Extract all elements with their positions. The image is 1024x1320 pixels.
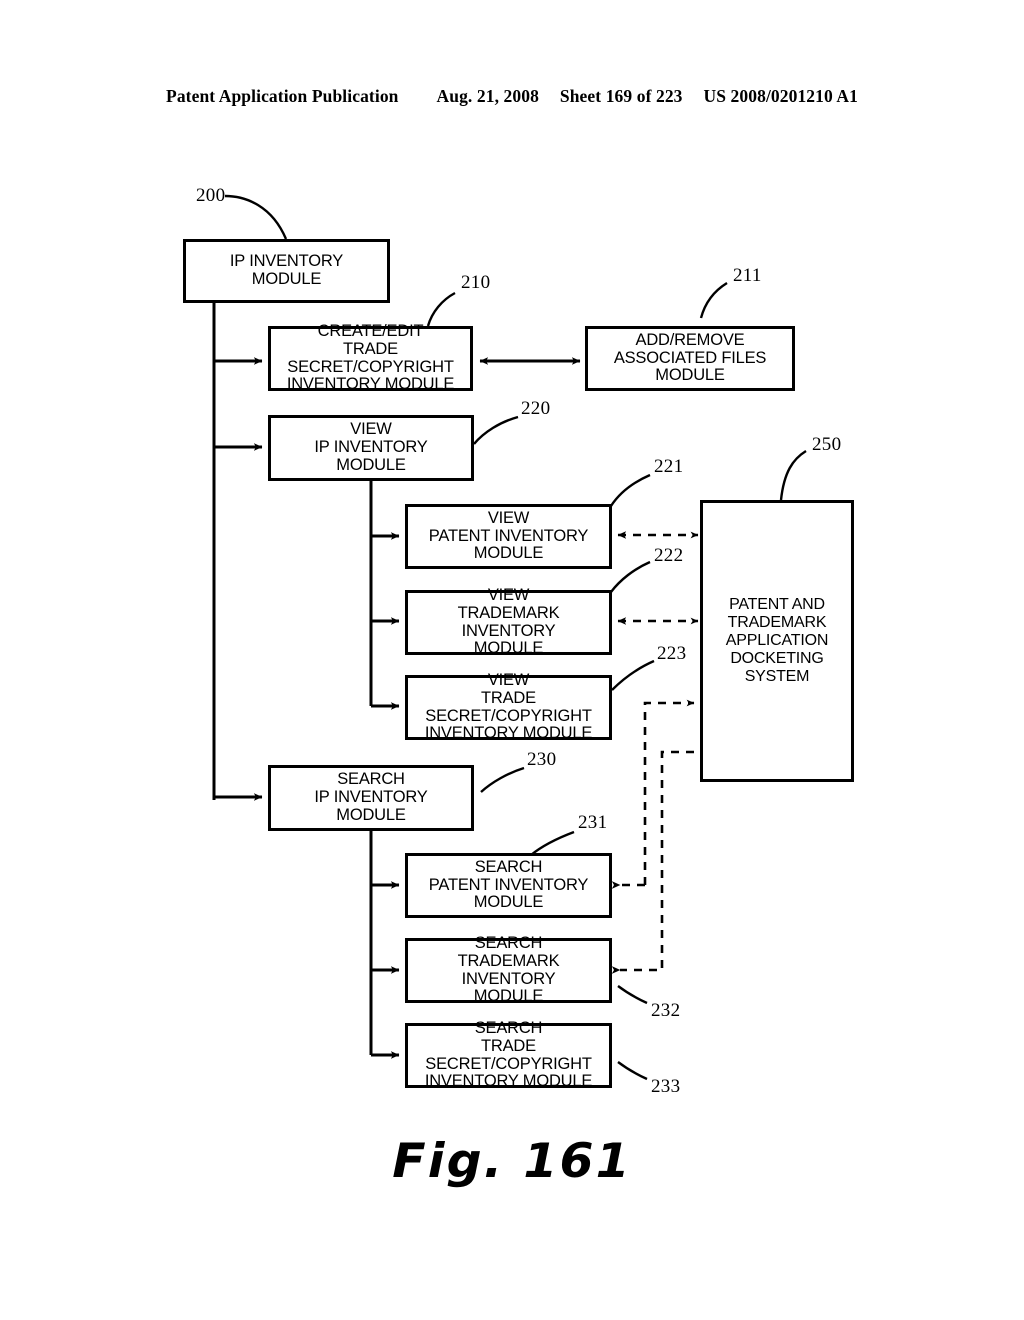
- node-view-trade-secret-copyright-inventory-module[interactable]: VIEW TRADE SECRET/COPYRIGHT INVENTORY MO…: [405, 671, 612, 742]
- node-view-trademark-inventory-module[interactable]: VIEW TRADEMARK INVENTORY MODULE: [405, 586, 612, 657]
- figure-caption: Fig. 161: [392, 1134, 632, 1189]
- node-search-patent-inventory-module[interactable]: SEARCH PATENT INVENTORY MODULE: [405, 853, 612, 918]
- ref-numeral-220: 220: [521, 398, 551, 419]
- node-patent-and-trademark-application-docketing-system[interactable]: PATENT AND TRADEMARK APPLICATION DOCKETI…: [700, 500, 854, 782]
- connector-wires: [212, 194, 807, 1081]
- ref-numeral-231: 231: [578, 812, 608, 833]
- node-view-patent-inventory-module[interactable]: VIEW PATENT INVENTORY MODULE: [405, 504, 612, 569]
- ref-numeral-200: 200: [196, 185, 226, 206]
- node-search-ip-inventory-module[interactable]: SEARCH IP INVENTORY MODULE: [268, 765, 474, 831]
- ref-numeral-233: 233: [651, 1076, 681, 1097]
- ref-numeral-211: 211: [733, 265, 762, 286]
- patent-figure-diagram: IP INVENTORY MODULE CREATE/EDIT TRADE SE…: [0, 0, 1024, 1320]
- node-ip-inventory-module[interactable]: IP INVENTORY MODULE: [183, 239, 390, 303]
- node-search-trademark-inventory-module[interactable]: SEARCH TRADEMARK INVENTORY MODULE: [405, 934, 612, 1005]
- ref-numeral-232: 232: [651, 1000, 681, 1021]
- node-create-edit-trade-secret-copyright-inventory-module[interactable]: CREATE/EDIT TRADE SECRET/COPYRIGHT INVEN…: [268, 322, 473, 393]
- ref-numeral-222: 222: [654, 545, 684, 566]
- ref-numeral-223: 223: [657, 643, 687, 664]
- ref-numeral-250: 250: [812, 434, 842, 455]
- node-view-ip-inventory-module[interactable]: VIEW IP INVENTORY MODULE: [268, 415, 474, 481]
- ref-numeral-230: 230: [527, 749, 557, 770]
- node-add-remove-associated-files-module[interactable]: ADD/REMOVE ASSOCIATED FILES MODULE: [585, 326, 795, 391]
- ref-numeral-210: 210: [461, 272, 491, 293]
- ref-numeral-221: 221: [654, 456, 684, 477]
- node-search-trade-secret-copyright-inventory-module[interactable]: SEARCH TRADE SECRET/COPYRIGHT INVENTORY …: [405, 1019, 612, 1090]
